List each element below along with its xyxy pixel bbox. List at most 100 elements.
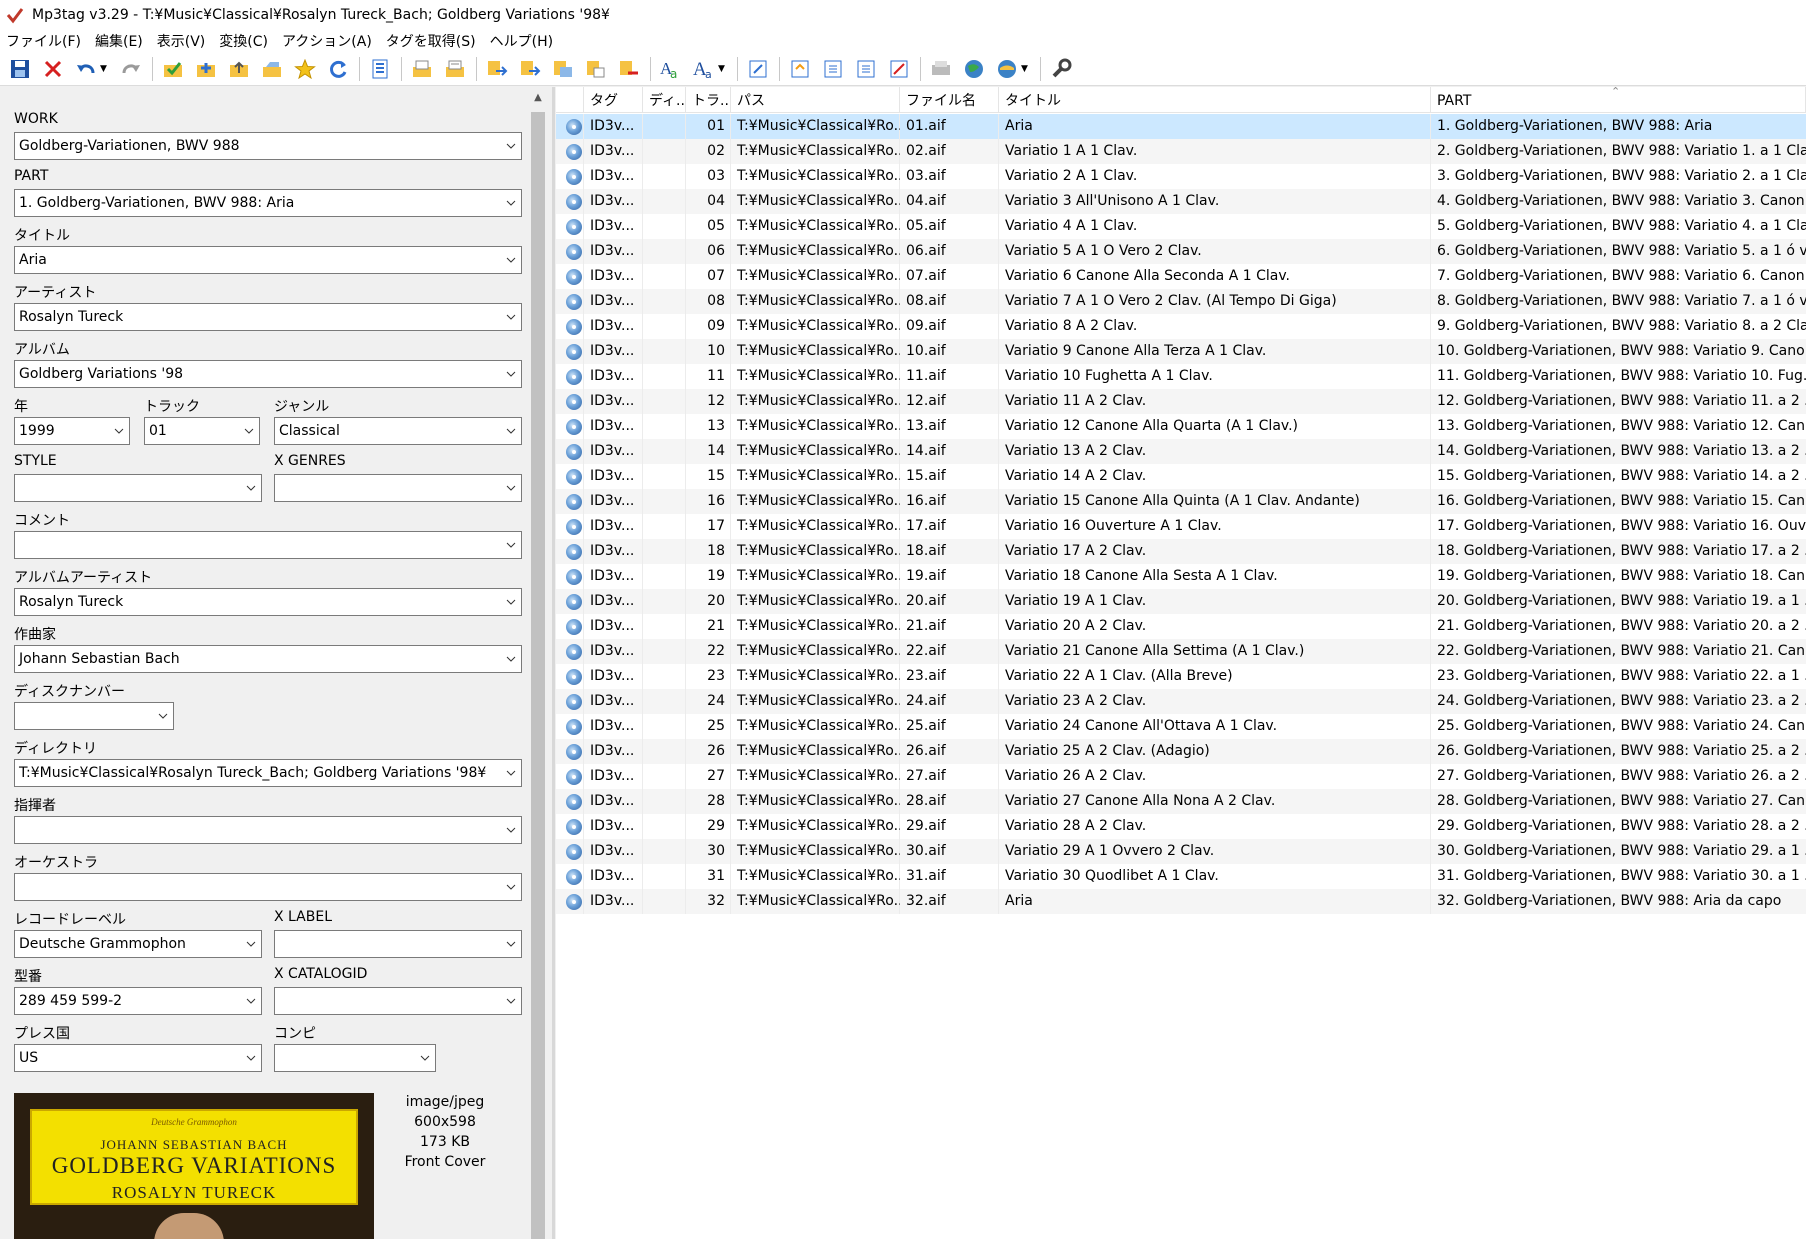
menu-edit[interactable]: 編集(E) [95, 31, 143, 51]
album-field[interactable]: Goldberg Variations '98 [14, 360, 522, 388]
chevron-down-icon[interactable] [504, 247, 518, 273]
disc-number-field[interactable] [14, 702, 174, 730]
album-artist-field[interactable]: Rosalyn Tureck [14, 588, 522, 616]
table-row[interactable]: ID3v... 31 T:¥Music¥Classical¥Ro... 31.aif V… [556, 864, 1806, 889]
scroll-up-icon[interactable]: ▲ [528, 87, 548, 109]
options-icon[interactable] [1049, 57, 1073, 81]
table-row[interactable]: ID3v... 18 T:¥Music¥Classical¥Ro... 18.aif V… [556, 539, 1806, 564]
discogs-icon[interactable] [821, 57, 845, 81]
table-row[interactable]: ID3v... 28 T:¥Music¥Classical¥Ro... 28.aif V… [556, 789, 1806, 814]
table-row[interactable]: ID3v... 27 T:¥Music¥Classical¥Ro... 27.aif V… [556, 764, 1806, 789]
chevron-down-icon[interactable] [504, 190, 518, 216]
table-row[interactable]: ID3v... 03 T:¥Music¥Classical¥Ro... 03.aif V… [556, 164, 1806, 189]
chevron-down-icon[interactable] [244, 988, 258, 1014]
comment-field[interactable] [14, 531, 522, 559]
favorites-icon[interactable] [293, 57, 317, 81]
table-row[interactable]: ID3v... 24 T:¥Music¥Classical¥Ro... 24.aif V… [556, 689, 1806, 714]
table-row[interactable]: ID3v... 04 T:¥Music¥Classical¥Ro... 04.aif V… [556, 189, 1806, 214]
track-field[interactable]: 01 [144, 417, 260, 445]
x-label-field[interactable] [274, 930, 522, 958]
table-row[interactable]: ID3v... 11 T:¥Music¥Classical¥Ro... 11.aif V… [556, 364, 1806, 389]
table-row[interactable]: ID3v... 17 T:¥Music¥Classical¥Ro... 17.aif V… [556, 514, 1806, 539]
table-row[interactable]: ID3v... 13 T:¥Music¥Classical¥Ro... 13.aif V… [556, 414, 1806, 439]
table-row[interactable]: ID3v... 14 T:¥Music¥Classical¥Ro... 14.aif V… [556, 439, 1806, 464]
column-header-title[interactable]: タイトル [999, 87, 1431, 113]
work-field[interactable]: Goldberg-Variationen, BWV 988 [14, 132, 522, 160]
chevron-down-icon[interactable] [504, 361, 518, 387]
table-row[interactable]: ID3v... 19 T:¥Music¥Classical¥Ro... 19.aif V… [556, 564, 1806, 589]
chevron-down-icon[interactable] [504, 874, 518, 900]
undo-icon[interactable] [74, 57, 98, 81]
chevron-down-icon[interactable] [504, 589, 518, 615]
save-icon[interactable] [8, 57, 32, 81]
record-label-field[interactable]: Deutsche Grammophon [14, 930, 262, 958]
table-row[interactable]: ID3v... 21 T:¥Music¥Classical¥Ro... 21.aif V… [556, 614, 1806, 639]
directory-field[interactable]: T:¥Music¥Classical¥Rosalyn Tureck_Bach; … [14, 759, 522, 787]
export-icon[interactable] [410, 57, 434, 81]
x-catalogid-field[interactable] [274, 987, 522, 1015]
change-directory-icon[interactable] [161, 57, 185, 81]
cover-art[interactable]: Deutsche Grammophon JOHANN SEBASTIAN BAC… [14, 1093, 374, 1239]
table-row[interactable]: ID3v... 05 T:¥Music¥Classical¥Ro... 05.aif V… [556, 214, 1806, 239]
chevron-down-icon[interactable] [156, 703, 170, 729]
chevron-down-icon[interactable] [504, 304, 518, 330]
table-row[interactable]: ID3v... 30 T:¥Music¥Classical¥Ro... 30.aif V… [556, 839, 1806, 864]
undo-dropdown-icon[interactable]: ▼ [100, 57, 110, 81]
x-genres-field[interactable] [274, 474, 522, 502]
genre-field[interactable]: Classical [274, 417, 522, 445]
style-field[interactable] [14, 474, 262, 502]
chevron-down-icon[interactable] [504, 133, 518, 159]
column-header-path[interactable]: パス [731, 87, 900, 113]
menu-tag-sources[interactable]: タグを取得(S) [386, 31, 476, 51]
text-file-to-tag-icon[interactable] [584, 57, 608, 81]
menu-convert[interactable]: 変換(C) [219, 31, 268, 51]
chevron-down-icon[interactable] [504, 988, 518, 1014]
table-row[interactable]: ID3v... 32 T:¥Music¥Classical¥Ro... 32.aif A… [556, 889, 1806, 914]
table-row[interactable]: ID3v... 25 T:¥Music¥Classical¥Ro... 25.aif V… [556, 714, 1806, 739]
tag-panel-scrollbar[interactable]: ▲ [528, 87, 548, 1239]
chevron-down-icon[interactable] [504, 646, 518, 672]
column-header-icon[interactable] [556, 87, 584, 113]
tag-to-tag-icon[interactable] [551, 57, 575, 81]
add-directory-icon[interactable] [194, 57, 218, 81]
redo-icon[interactable] [119, 57, 143, 81]
table-row[interactable]: ID3v... 01 T:¥Music¥Classical¥Ro... 01.aif A… [556, 114, 1806, 139]
table-row[interactable]: ID3v... 02 T:¥Music¥Classical¥Ro... 02.aif V… [556, 139, 1806, 164]
column-header-filename[interactable]: ファイル名 [900, 87, 999, 113]
menu-help[interactable]: ヘルプ(H) [490, 31, 553, 51]
actions-dropdown-icon[interactable]: ▼ [718, 57, 728, 81]
menu-file[interactable]: ファイル(F) [6, 31, 81, 51]
table-row[interactable]: ID3v... 08 T:¥Music¥Classical¥Ro... 08.aif V… [556, 289, 1806, 314]
table-row[interactable]: ID3v... 12 T:¥Music¥Classical¥Ro... 12.aif V… [556, 389, 1806, 414]
web-sources-globe-icon[interactable] [962, 57, 986, 81]
chevron-down-icon[interactable] [244, 931, 258, 957]
chevron-down-icon[interactable] [504, 760, 518, 786]
composer-field[interactable]: Johann Sebastian Bach [14, 645, 522, 673]
chevron-down-icon[interactable] [112, 418, 126, 444]
musicbrainz-icon[interactable] [854, 57, 878, 81]
menu-view[interactable]: 表示(V) [157, 31, 206, 51]
chevron-down-icon[interactable] [504, 475, 518, 501]
conductor-field[interactable] [14, 816, 522, 844]
scrollbar-thumb[interactable] [531, 112, 545, 1239]
country-field[interactable]: US [14, 1044, 262, 1072]
column-header-track[interactable]: トラ... [686, 87, 731, 113]
column-header-tag[interactable]: タグ [584, 87, 643, 113]
extended-tags-icon[interactable] [746, 57, 770, 81]
part-field[interactable]: 1. Goldberg-Variationen, BWV 988: Aria [14, 189, 522, 217]
title-field[interactable]: Aria [14, 246, 522, 274]
menu-actions[interactable]: アクション(A) [282, 31, 372, 51]
chevron-down-icon[interactable] [504, 532, 518, 558]
catalog-field[interactable]: 289 459 599-2 [14, 987, 262, 1015]
chevron-down-icon[interactable] [504, 418, 518, 444]
table-row[interactable]: ID3v... 10 T:¥Music¥Classical¥Ro... 10.aif V… [556, 339, 1806, 364]
table-row[interactable]: ID3v... 22 T:¥Music¥Classical¥Ro... 22.aif V… [556, 639, 1806, 664]
chevron-down-icon[interactable] [244, 1045, 258, 1071]
table-row[interactable]: ID3v... 29 T:¥Music¥Classical¥Ro... 29.aif V… [556, 814, 1806, 839]
compilation-field[interactable] [274, 1044, 436, 1072]
orchestra-field[interactable] [14, 873, 522, 901]
actions-icon[interactable]: Aa [692, 57, 716, 81]
tag-sources-icon[interactable] [368, 57, 392, 81]
web-sources-icon[interactable] [929, 57, 953, 81]
filename-to-filename-icon[interactable] [617, 57, 641, 81]
